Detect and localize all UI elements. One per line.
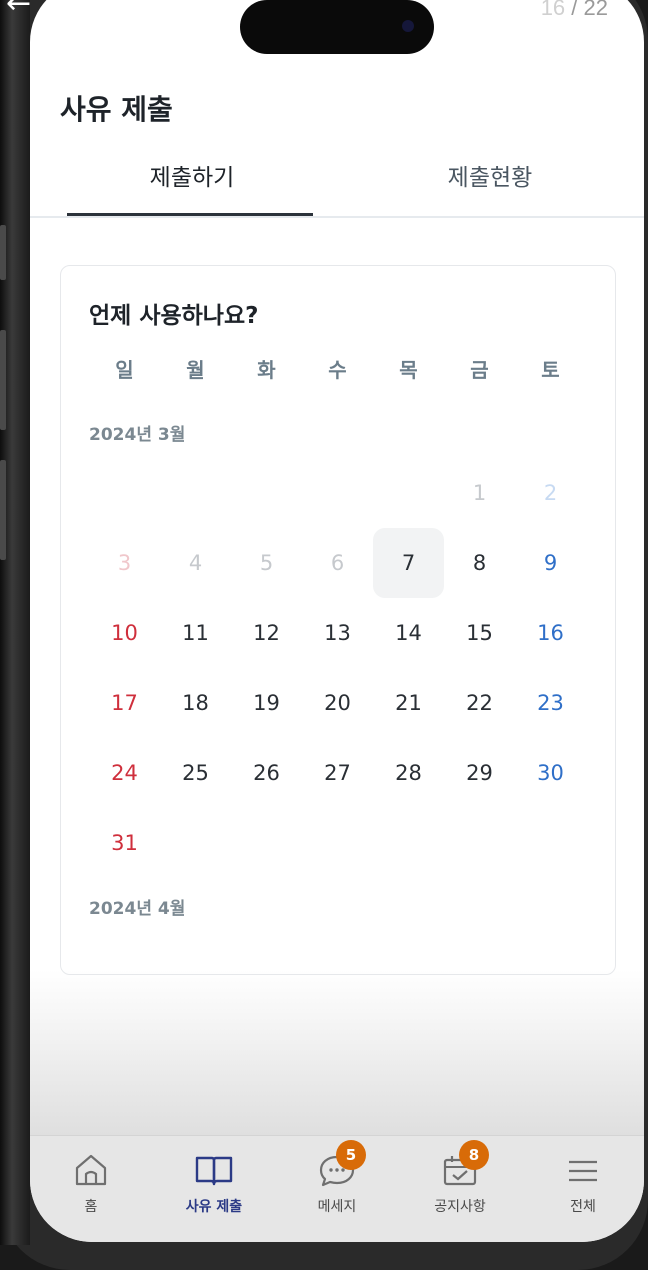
page-counter-total: / 22	[571, 0, 608, 20]
weekday-label: 금	[470, 358, 489, 382]
calendar-day[interactable]: 27	[302, 738, 373, 808]
nav-item-home[interactable]: 홈	[36, 1136, 146, 1226]
bottom-fade	[30, 970, 644, 1140]
calendar-day: 5	[259, 551, 274, 575]
book-icon	[195, 1156, 233, 1186]
calendar-day[interactable]: 13	[302, 598, 373, 668]
page-title: 사유 제출	[60, 93, 173, 126]
calendar-day: 2	[543, 481, 558, 505]
page-counter-current: 16	[540, 0, 566, 20]
tab-submit[interactable]: 제출하기	[67, 158, 317, 216]
calendar-day[interactable]: 31	[89, 808, 160, 878]
app-screen: 사유 제출 제출하기 제출현황 언제 사용하나요? 일 월 화 수 목 금 토 2024년 …	[30, 0, 644, 1242]
calendar-day[interactable]: 20	[302, 668, 373, 738]
nav-label-home: 홈	[84, 1199, 98, 1215]
phone-side-button	[0, 330, 6, 430]
phone-side-button	[0, 225, 6, 280]
phone-frame-side	[0, 0, 30, 1245]
nav-item-messages[interactable]: 5 메세지	[282, 1136, 392, 1226]
menu-icon	[569, 1160, 597, 1182]
phone-side-button	[0, 460, 6, 560]
calendar-day[interactable]: 17	[89, 668, 160, 738]
calendar-day[interactable]: 22	[444, 668, 515, 738]
calendar-day[interactable]: 18	[160, 668, 231, 738]
calendar-day[interactable]: 21	[373, 668, 444, 738]
calendar-question: 언제 사용하나요?	[89, 303, 259, 329]
tabs-divider	[30, 216, 644, 218]
nav-label-notices: 공지사항	[434, 1199, 486, 1215]
page-counter: 16 / 22	[541, 0, 608, 21]
calendar-card: 언제 사용하나요? 일월화수목금토 2024년 3월 1 2 3 4 5 6 7 8 9 10 11…	[60, 265, 616, 975]
weekday-label: 목	[399, 358, 418, 382]
bottom-navigation: 홈 사유 제출 5 메세지 8 공지사항 전체	[30, 1135, 644, 1242]
calendar-day[interactable]: 26	[231, 738, 302, 808]
nav-label-reason-submit: 사유 제출	[185, 1199, 243, 1215]
tab-status[interactable]: 제출현황	[365, 158, 615, 216]
weekday-label: 수	[328, 358, 347, 382]
calendar-day[interactable]: 9	[515, 528, 586, 598]
calendar-day[interactable]: 28	[373, 738, 444, 808]
calendar-day[interactable]: 14	[373, 598, 444, 668]
nav-item-notices[interactable]: 8 공지사항	[405, 1136, 515, 1226]
calendar-day[interactable]: 8	[444, 528, 515, 598]
calendar-day[interactable]: 29	[444, 738, 515, 808]
tab-bar: 제출하기 제출현황	[30, 158, 644, 238]
month-label-march: 2024년 3월	[89, 425, 186, 445]
nav-label-all: 전체	[570, 1199, 596, 1215]
notices-badge: 8	[459, 1140, 489, 1170]
nav-item-all[interactable]: 전체	[528, 1136, 638, 1226]
dynamic-island	[240, 0, 434, 54]
weekday-label: 토	[541, 358, 560, 382]
calendar-day: 4	[188, 551, 203, 575]
calendar-day[interactable]: 16	[515, 598, 586, 668]
calendar-day[interactable]: 23	[515, 668, 586, 738]
calendar-day[interactable]: 19	[231, 668, 302, 738]
weekday-header: 일월화수목금토	[89, 354, 586, 384]
calendar-day[interactable]: 24	[89, 738, 160, 808]
month-label-april: 2024년 4월	[89, 899, 186, 919]
back-arrow-icon[interactable]: ←	[6, 0, 31, 21]
weekday-label: 화	[257, 358, 276, 382]
home-icon	[75, 1154, 107, 1186]
calendar-day[interactable]: 12	[231, 598, 302, 668]
weekday-label: 월	[186, 358, 205, 382]
calendar-day[interactable]: 11	[160, 598, 231, 668]
calendar-day: 3	[117, 551, 132, 575]
calendar-day[interactable]: 10	[89, 598, 160, 668]
weekday-label: 일	[115, 358, 134, 382]
camera-icon	[402, 20, 414, 32]
calendar-day: 6	[330, 551, 345, 575]
messages-badge: 5	[336, 1140, 366, 1170]
calendar-day[interactable]: 15	[444, 598, 515, 668]
nav-item-reason-submit[interactable]: 사유 제출	[159, 1136, 269, 1226]
calendar-day[interactable]: 25	[160, 738, 231, 808]
calendar-day[interactable]: 30	[515, 738, 586, 808]
calendar-day: 1	[472, 481, 487, 505]
nav-label-messages: 메세지	[317, 1199, 357, 1215]
calendar-day-today[interactable]: 7	[373, 528, 444, 598]
